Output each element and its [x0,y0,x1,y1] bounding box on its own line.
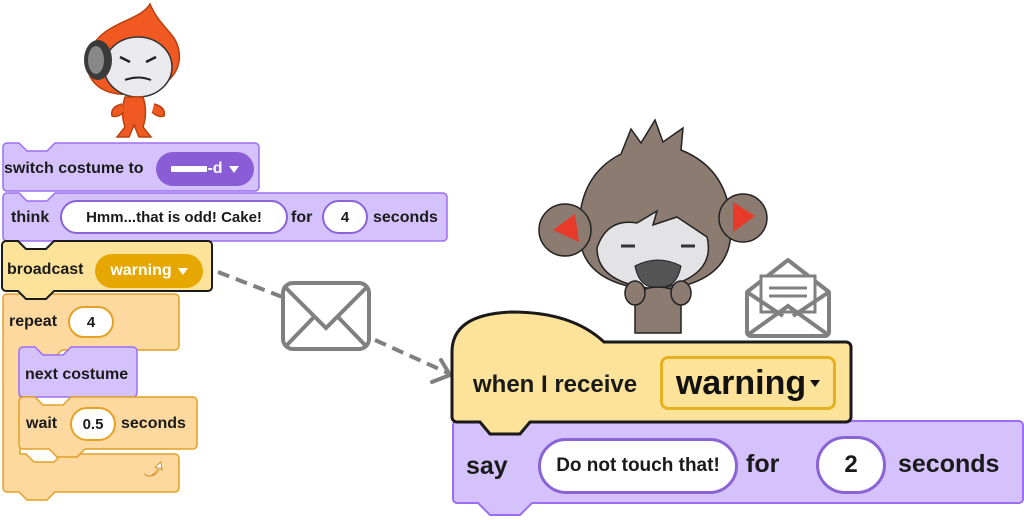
wait-label: wait [26,415,58,432]
think-for-label: for [291,209,313,226]
broadcast-message-value: warning [110,262,172,279]
when-receive-label: when I receive [473,371,638,398]
sprite-pico [84,2,181,138]
repeat-label: repeat [9,313,58,330]
say-message-input[interactable]: Do not touch that! [538,438,738,494]
loop-arrow-icon [143,461,163,477]
think-message-input[interactable]: Hmm...that is odd! Cake! [60,200,288,234]
think-seconds-input[interactable]: 4 [322,200,368,234]
chevron-down-icon [228,165,239,173]
costume-dropdown-value: -d [207,160,223,177]
broadcast-label: broadcast [7,261,84,278]
think-seconds-label: seconds [373,209,438,226]
think-block[interactable]: think Hmm...that is odd! Cake! for 4 sec… [2,192,448,242]
wait-block[interactable]: wait 0.5 seconds [18,396,198,450]
costume-name-redacted [171,166,208,172]
costume-dropdown[interactable]: -d [156,152,254,186]
repeat-count-input[interactable]: 4 [68,306,114,338]
think-label: think [11,209,50,226]
switch-costume-block[interactable]: switch costume to -d [2,142,262,192]
switch-costume-label: switch costume to [4,160,144,177]
say-seconds-input[interactable]: 2 [816,436,886,494]
say-label: say [466,452,508,480]
receive-message-dropdown[interactable]: warning [660,356,836,410]
say-seconds-label: seconds [898,450,1000,478]
wait-seconds-input[interactable]: 0.5 [70,407,116,441]
envelope-icon [281,281,371,351]
next-costume-block[interactable]: next costume [18,346,138,398]
chevron-down-icon [810,379,821,387]
repeat-block[interactable]: repeat 4 [2,294,178,350]
broadcast-message-dropdown[interactable]: warning [95,254,203,288]
say-for-label: for [746,450,780,478]
next-costume-label: next costume [25,366,129,383]
when-receive-block[interactable]: when I receive warning [450,310,854,424]
broadcast-block[interactable]: broadcast warning [1,240,213,292]
wait-seconds-label: seconds [121,415,186,432]
chevron-down-icon [177,267,188,275]
receive-message-value: warning [675,363,807,402]
